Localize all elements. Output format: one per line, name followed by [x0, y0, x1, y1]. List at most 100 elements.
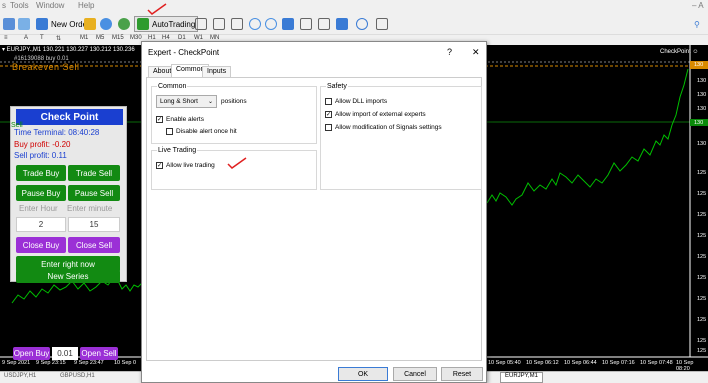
trade-sell-button[interactable]: Trade Sell: [68, 165, 120, 181]
live-trading-title: Live Trading: [157, 147, 198, 154]
crosshair-icon[interactable]: ≡: [4, 35, 8, 45]
trade-buy-button[interactable]: Trade Buy: [16, 165, 66, 181]
menu-item-help[interactable]: Help: [78, 1, 94, 10]
price-series-right: [486, 68, 689, 206]
price-label: 130: [697, 92, 707, 98]
open-sell-button[interactable]: Open Sell: [80, 347, 118, 360]
zoom-out-button[interactable]: [265, 16, 280, 32]
allow-import-checkbox[interactable]: ✓: [325, 111, 332, 118]
disable-alert-checkbox[interactable]: [166, 128, 173, 135]
positions-label: positions: [221, 98, 247, 105]
annotation-checkmark-live: [227, 157, 247, 169]
new-order-button[interactable]: New Order: [36, 16, 90, 32]
new-chart-button[interactable]: [3, 16, 18, 32]
line-chart-icon: [231, 18, 243, 30]
timeframe-m1[interactable]: M1: [80, 35, 88, 45]
candle-chart-button[interactable]: [213, 16, 228, 32]
common-group-title: Common: [157, 83, 188, 90]
annotation-checkmark: [147, 3, 167, 15]
expert-properties-dialog: Expert - CheckPoint ? ✕ About Common Inp…: [141, 41, 487, 383]
enter-minute-label: Enter minute: [67, 204, 113, 213]
menu-item-window[interactable]: Window: [36, 1, 64, 10]
enter-minute-input[interactable]: 15: [68, 217, 120, 232]
new-order-icon: [36, 18, 48, 30]
text-icon[interactable]: A: [24, 35, 28, 45]
chart-tab[interactable]: GBPUSD,H1: [60, 373, 95, 379]
panel-title: Check Point: [16, 109, 123, 125]
tab-inputs[interactable]: Inputs: [202, 66, 232, 77]
profiles-icon: [18, 18, 30, 30]
close-sell-button[interactable]: Close Sell: [68, 237, 120, 253]
profiles-button[interactable]: [18, 16, 33, 32]
line-chart-button[interactable]: [231, 16, 246, 32]
autotrading-button[interactable]: AutoTrading: [134, 16, 199, 32]
chart-tab[interactable]: USDJPY,H1: [4, 373, 36, 379]
pause-buy-button[interactable]: Pause Buy: [16, 185, 66, 201]
price-label: 125: [697, 212, 707, 218]
price-label: 130: [697, 106, 707, 112]
autotrading-label: AutoTrading: [152, 19, 196, 29]
arrows-icon[interactable]: ⇅: [56, 35, 61, 45]
navigator-button[interactable]: [100, 16, 115, 32]
direction-select[interactable]: Long & Short ⌄: [156, 95, 217, 108]
autoscroll-button[interactable]: [318, 16, 333, 32]
timeframe-m30[interactable]: M30: [130, 35, 142, 45]
close-buy-button[interactable]: Close Buy: [16, 237, 66, 253]
price-label: 125: [697, 317, 707, 323]
terminal-button[interactable]: [118, 16, 133, 32]
autoscroll-icon: [318, 18, 330, 30]
time-label: 10 Sep 0: [114, 360, 137, 366]
price-label: 125: [697, 233, 707, 239]
search-button[interactable]: ⚲: [694, 16, 700, 32]
enable-alerts-label: Enable alerts: [166, 116, 204, 123]
enable-alerts-checkbox[interactable]: ✓: [156, 116, 163, 123]
metaeditor-button[interactable]: [84, 16, 99, 32]
allow-dll-label: Allow DLL imports: [335, 98, 388, 105]
menu-item-file[interactable]: s: [2, 1, 6, 10]
periods-button[interactable]: [356, 16, 371, 32]
lot-size-input[interactable]: 0.01: [52, 347, 78, 360]
price-label: 125: [697, 275, 707, 281]
cancel-button[interactable]: Cancel: [393, 367, 437, 381]
time-label: 9 Sep 23:47: [74, 360, 104, 366]
text-label-icon[interactable]: T: [40, 35, 44, 45]
ok-button[interactable]: OK: [338, 367, 388, 381]
tile-windows-button[interactable]: [282, 16, 297, 32]
allow-live-trading-label: Allow live trading: [166, 162, 215, 169]
open-buy-button[interactable]: Open Buy: [13, 347, 50, 360]
timeframe-m15[interactable]: M15: [112, 35, 124, 45]
window-controls[interactable]: – A: [692, 1, 704, 10]
time-label: 10 Sep 07:16: [602, 360, 635, 366]
zoom-in-button[interactable]: [249, 16, 264, 32]
close-dialog-button[interactable]: ✕: [472, 47, 480, 58]
timeframe-m5[interactable]: M5: [96, 35, 104, 45]
allow-modification-checkbox[interactable]: [325, 124, 332, 131]
time-label: 10 Sep 06:44: [564, 360, 597, 366]
enter-hour-label: Enter Hour: [19, 204, 58, 213]
indicators-icon: [336, 18, 348, 30]
time-terminal: Time Terminal: 08:40:28: [14, 128, 100, 137]
terminal-icon: [118, 18, 130, 30]
allow-live-trading-checkbox[interactable]: ✓: [156, 162, 163, 169]
expert-label[interactable]: CheckPoint ☺: [660, 49, 698, 55]
price-label: 125: [697, 296, 707, 302]
indicators-button[interactable]: [336, 16, 351, 32]
search-icon: ⚲: [694, 19, 700, 29]
tile-icon: [282, 18, 294, 30]
bar-chart-icon: [195, 18, 207, 30]
zoom-in-icon: [249, 18, 261, 30]
enter-hour-input[interactable]: 2: [16, 217, 66, 232]
chart-shift-button[interactable]: [300, 16, 315, 32]
allow-modification-label: Allow modification of Signals settings: [335, 124, 442, 131]
buy-profit: Buy profit: -0.20: [14, 140, 71, 149]
pause-sell-button[interactable]: Pause Sell: [68, 185, 120, 201]
bar-chart-button[interactable]: [195, 16, 210, 32]
new-series-button[interactable]: New Series: [16, 270, 120, 283]
dialog-title: Expert - CheckPoint: [148, 48, 220, 57]
menu-item-tools[interactable]: Tools: [10, 1, 29, 10]
allow-dll-checkbox[interactable]: [325, 98, 332, 105]
templates-button[interactable]: [376, 16, 391, 32]
help-button[interactable]: ?: [447, 47, 452, 57]
chart-tab-active[interactable]: EURJPY,M1: [500, 372, 543, 383]
reset-button[interactable]: Reset: [441, 367, 483, 381]
